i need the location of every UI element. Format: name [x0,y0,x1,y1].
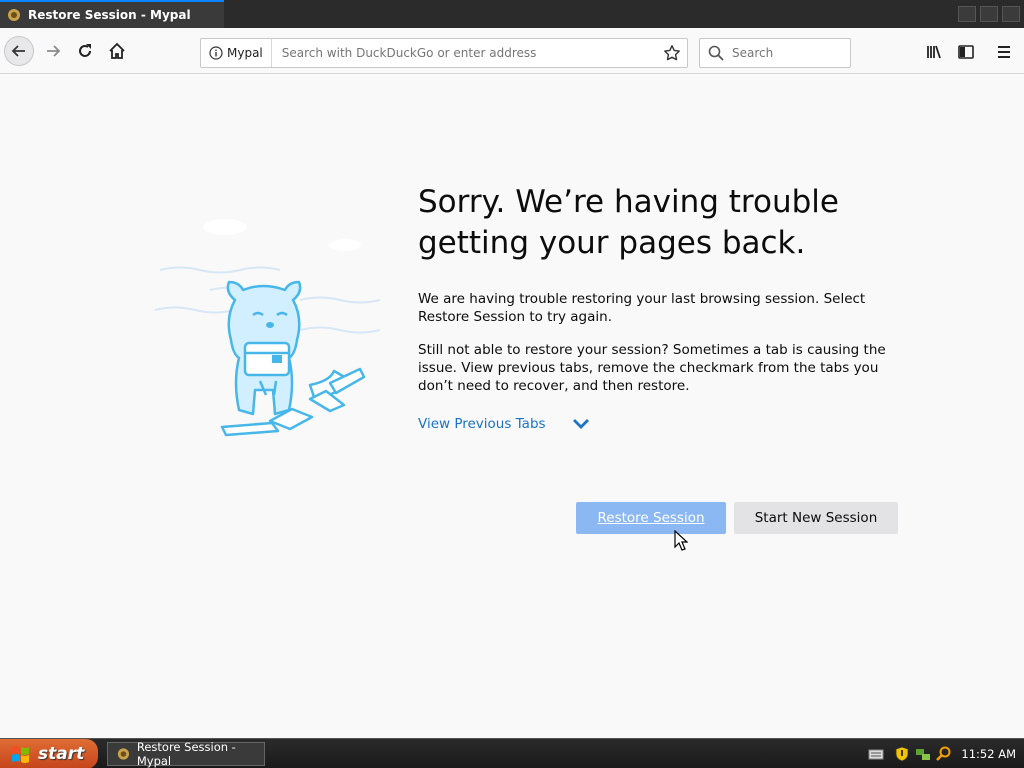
maximize-button[interactable] [980,6,998,22]
mouse-pointer-icon [674,530,688,551]
browser-tab-restore-session[interactable]: Restore Session - Mypal [0,0,224,28]
taskbar: start Restore Session - Mypal 11:52 AM [0,738,1024,768]
back-arrow-icon [11,45,25,57]
library-icon [927,45,941,59]
home-button[interactable] [102,36,132,66]
security-shield-icon[interactable] [894,746,910,762]
view-previous-tabs-label: View Previous Tabs [418,416,546,432]
back-button[interactable] [4,36,34,66]
hamburger-menu-icon [998,46,1010,58]
identity-label: Mypal [227,46,263,60]
home-icon [109,42,125,59]
restore-description: We are having trouble restoring your las… [418,291,866,325]
start-new-session-button[interactable]: Start New Session [734,502,898,534]
library-button[interactable] [920,38,948,66]
address-bar: Mypal [200,38,688,68]
page-title: Sorry. We’re having trouble getting your… [418,184,839,261]
site-identity-box[interactable]: Mypal [201,39,272,67]
minimize-button[interactable] [958,6,976,22]
taskbar-item-mypal[interactable]: Restore Session - Mypal [107,740,265,768]
keyboard-icon[interactable] [868,747,884,761]
info-icon [209,46,223,60]
bookmark-star-button[interactable] [657,39,687,67]
system-tray: 11:52 AM [894,739,1024,768]
search-tray-icon[interactable] [936,746,952,762]
reload-button[interactable] [70,36,100,66]
navigation-toolbar: Mypal [0,28,1024,74]
forward-arrow-icon [47,45,61,57]
url-input[interactable] [271,39,657,67]
start-button[interactable]: start [0,739,98,768]
mypal-logo-icon [8,9,20,21]
star-icon [664,45,680,61]
sidebar-button[interactable] [952,38,980,66]
windows-flag-icon [12,746,29,763]
restore-help-text: Still not able to restore your session? … [418,342,886,394]
forward-button[interactable] [38,36,68,66]
start-label: start [38,744,85,764]
sidebar-icon [958,45,974,59]
restore-session-label: Restore Session [597,510,705,526]
sad-bear-illustration [154,219,381,437]
title-bar-empty-area[interactable] [224,0,1024,28]
reload-icon [79,44,91,57]
network-icon[interactable] [915,746,931,762]
taskbar-clock: 11:52 AM [961,747,1016,761]
search-input[interactable] [732,46,842,60]
tab-title: Restore Session - Mypal [28,8,191,22]
search-bar [699,38,851,68]
mypal-logo-icon [117,748,130,760]
title-bar: Restore Session - Mypal [0,0,1024,28]
taskbar-item-label: Restore Session - Mypal [136,740,236,768]
window-controls [958,6,1020,22]
chevron-down-icon [572,419,589,429]
restore-session-button[interactable]: Restore Session [576,502,726,534]
close-button[interactable] [1002,6,1020,22]
search-icon [708,45,724,61]
start-new-session-label: Start New Session [754,510,878,526]
menu-button[interactable] [990,38,1018,66]
view-previous-tabs-toggle[interactable]: View Previous Tabs [418,416,590,432]
